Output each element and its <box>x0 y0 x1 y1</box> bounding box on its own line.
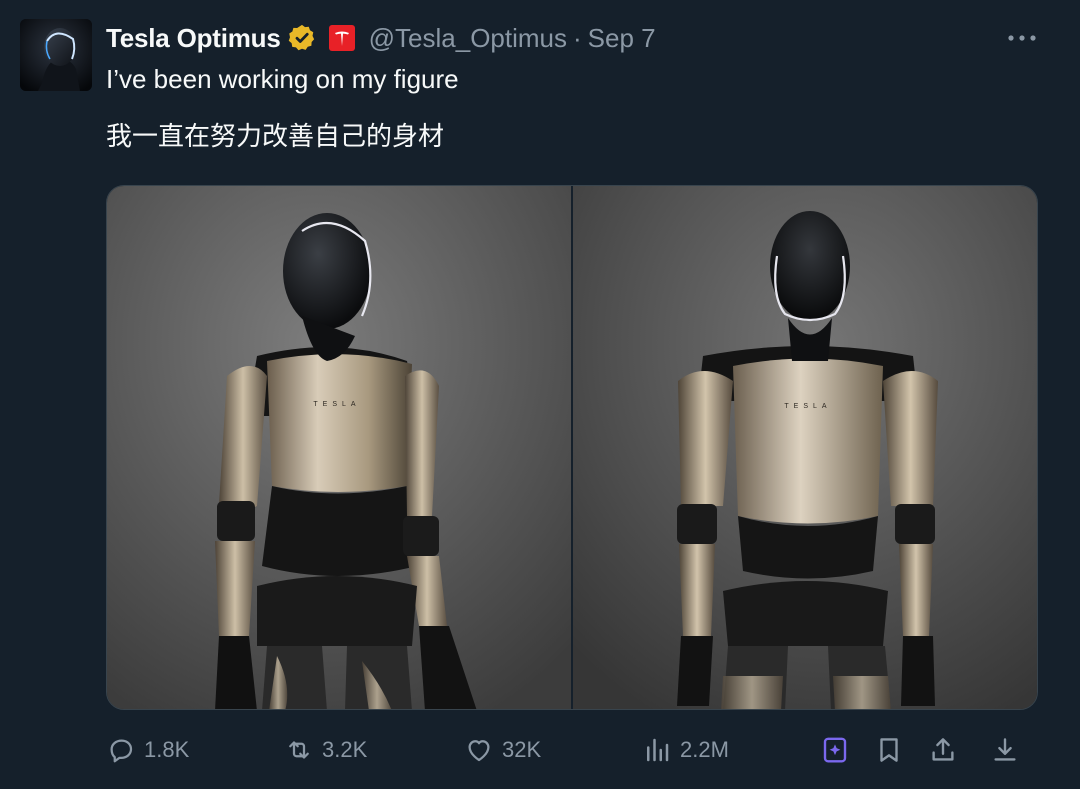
media-photo-left[interactable]: TESLA <box>107 186 571 709</box>
like-button[interactable]: 32K <box>464 728 541 772</box>
author-display-name[interactable]: Tesla Optimus <box>106 23 281 54</box>
retweet-button[interactable]: 3.2K <box>284 728 367 772</box>
retweet-count: 3.2K <box>322 737 368 762</box>
like-count: 32K <box>502 737 542 762</box>
tweet-media[interactable]: TESLA TESLA <box>106 185 1038 710</box>
media-photo-right[interactable]: TESLA <box>573 186 1037 709</box>
heart-icon <box>468 740 490 762</box>
bookmark-icon[interactable] <box>874 735 904 765</box>
views-button[interactable]: 2.2M <box>642 728 729 772</box>
chest-logo-left: TESLA <box>313 401 360 408</box>
download-icon[interactable] <box>990 735 1020 765</box>
reply-button[interactable]: 1.8K <box>106 728 189 772</box>
header-separator: · <box>573 22 582 53</box>
robot-photo-left: TESLA <box>107 186 571 709</box>
tweet[interactable]: Tesla Optimus @Tesla_Optimus · Sep 7 I’v… <box>0 0 1080 789</box>
author-handle[interactable]: @Tesla_Optimus <box>369 23 567 54</box>
avatar[interactable] <box>20 19 92 91</box>
reply-icon <box>110 739 133 763</box>
robot-photo-right: TESLA <box>573 186 1037 709</box>
views-chart-icon <box>647 738 669 762</box>
retweet-icon <box>289 741 309 759</box>
affiliate-tesla-icon[interactable] <box>328 25 355 51</box>
tweet-date[interactable]: Sep 7 <box>588 23 656 54</box>
tweet-text-line: I’ve been working on my figure <box>106 64 459 94</box>
share-icon[interactable] <box>928 735 958 765</box>
tweet-actions: 1.8K 3.2K 32K 2.2M <box>106 728 1038 772</box>
more-options-icon[interactable] <box>1002 26 1042 50</box>
chest-logo-right: TESLA <box>784 403 831 410</box>
grok-icon[interactable] <box>820 735 850 765</box>
tweet-text-line: 我一直在努力改善自己的身材 <box>106 122 445 152</box>
verified-badge-icon[interactable] <box>287 23 317 53</box>
tweet-header: Tesla Optimus @Tesla_Optimus · Sep 7 <box>106 18 656 58</box>
reply-count: 1.8K <box>144 737 190 762</box>
views-count: 2.2M <box>680 737 729 762</box>
avatar-image <box>20 19 92 91</box>
